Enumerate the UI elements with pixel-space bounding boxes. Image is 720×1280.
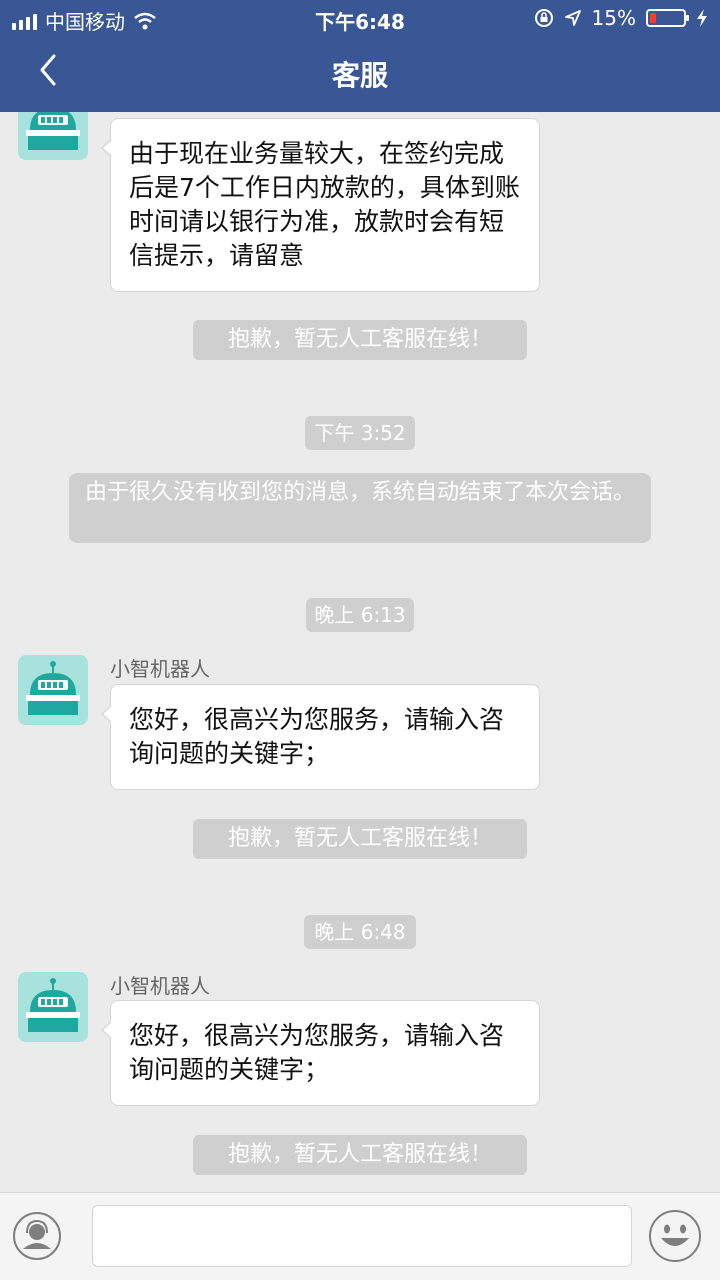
robot-avatar [18, 972, 88, 1042]
system-message: 由于很久没有收到您的消息，系统自动结束了本次会话。 [69, 473, 651, 543]
emoji-icon[interactable] [648, 1209, 702, 1263]
no-agent-notice: 抱歉，暂无人工客服在线！ [193, 819, 527, 859]
timestamp: 下午 3:52 [305, 416, 415, 450]
chat-bubble: 您好，很高兴为您服务，请输入咨询问题的关键字； [101, 684, 540, 790]
no-agent-notice: 抱歉，暂无人工客服在线！ [193, 1135, 527, 1175]
timestamp: 晚上 6:13 [306, 598, 414, 632]
timestamp: 晚上 6:48 [304, 915, 416, 949]
chat-bubble: 由于现在业务量较大，在签约完成后是7个工作日内放款的，具体到账时间请以银行为准，… [101, 118, 540, 292]
status-right: 15% [534, 6, 708, 30]
nav-bar: 客服 [0, 36, 720, 112]
battery-icon [646, 9, 689, 27]
battery-percent: 15% [591, 6, 636, 30]
no-agent-notice: 抱歉，暂无人工客服在线！ [193, 320, 527, 360]
robot-icon [26, 112, 80, 150]
sender-name: 小智机器人 [110, 657, 210, 681]
agent-icon[interactable] [12, 1211, 62, 1261]
message-input[interactable] [92, 1205, 632, 1267]
chat-area[interactable]: 由于现在业务量较大，在签约完成后是7个工作日内放款的，具体到账时间请以银行为准，… [0, 112, 720, 1192]
orientation-lock-icon [534, 9, 553, 27]
location-icon [564, 10, 581, 26]
input-bar [0, 1192, 720, 1280]
page-title: 客服 [331, 59, 388, 92]
robot-avatar [18, 112, 88, 160]
status-bar: 中国移动 下午6:48 15% [0, 0, 720, 36]
chat-bubble: 您好，很高兴为您服务，请输入咨询问题的关键字； [101, 1000, 540, 1106]
robot-icon [26, 661, 80, 715]
sender-name: 小智机器人 [110, 974, 210, 998]
charging-icon [697, 9, 707, 27]
robot-icon [26, 978, 80, 1032]
robot-avatar [18, 655, 88, 725]
